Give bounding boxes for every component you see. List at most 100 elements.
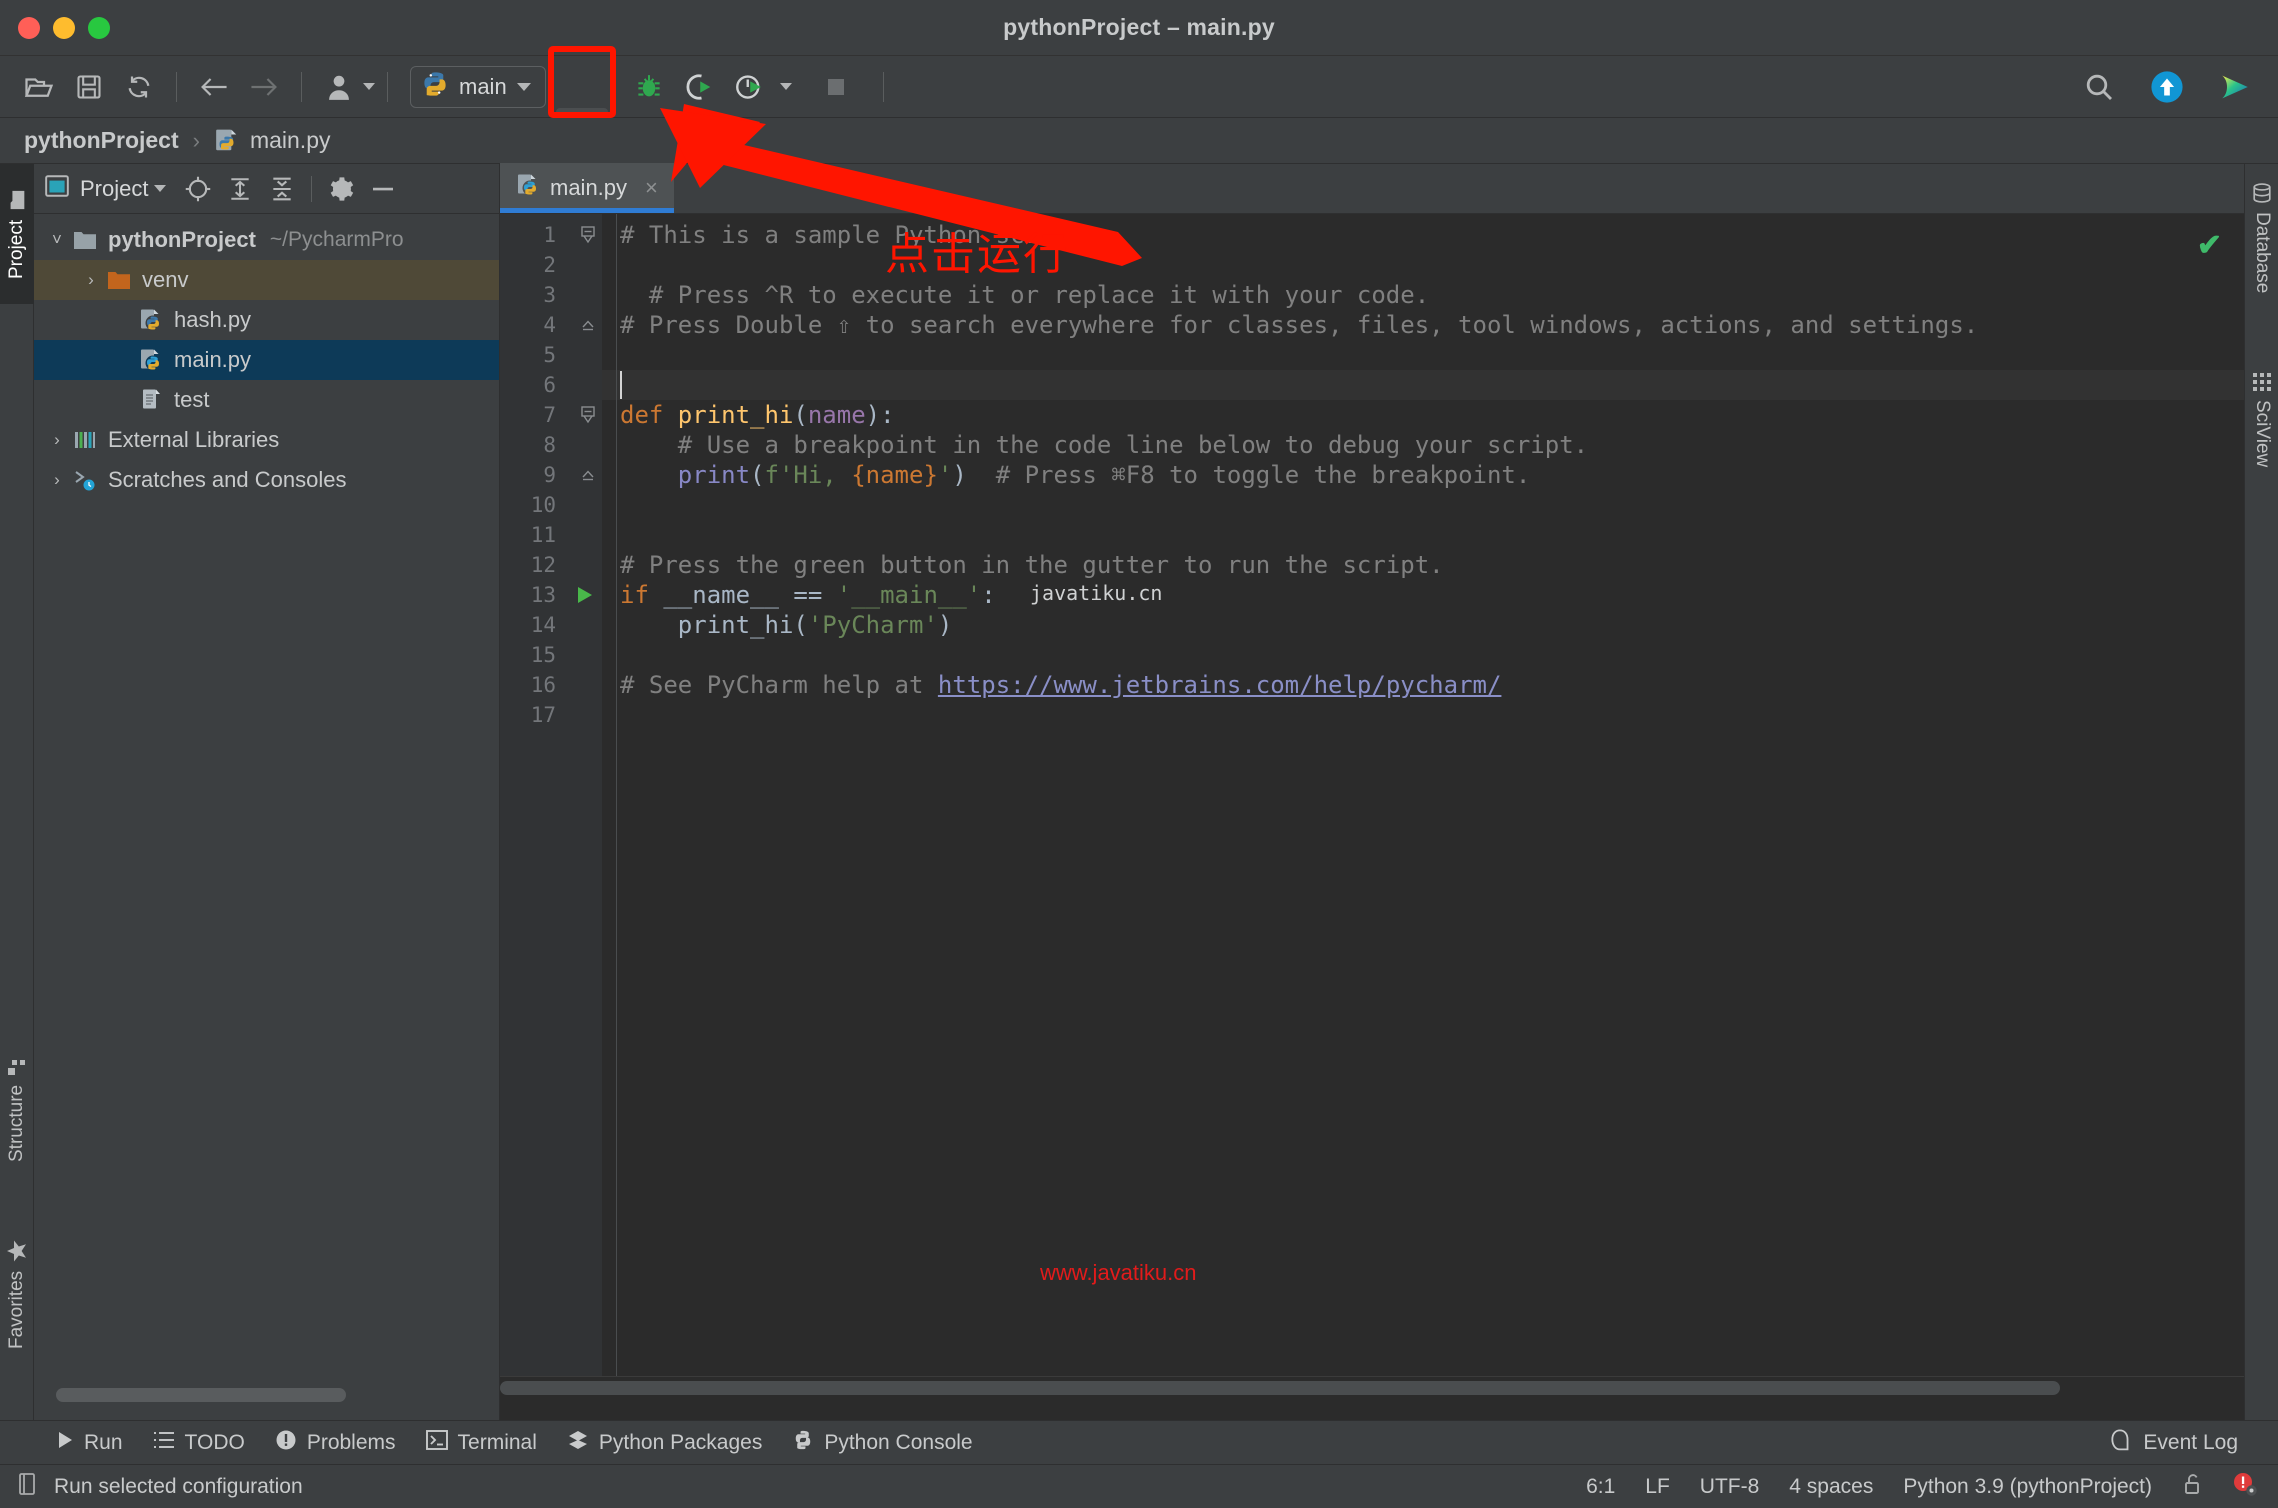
tree-item-venv[interactable]: › venv [34,260,499,300]
open-folder-icon[interactable] [17,65,61,109]
minimize-icon[interactable] [365,171,401,207]
chevron-right-icon[interactable]: › [44,470,70,490]
sidebar-item-database[interactable]: Database [2245,174,2278,344]
breadcrumb-file[interactable]: main.py [250,127,331,154]
line-number: 2 [543,253,556,277]
title-bar: pythonProject – main.py [0,0,2278,56]
sidebar-item-favorites[interactable]: Favorites [0,1204,34,1384]
fold-marker-icon[interactable] [578,220,598,250]
bottom-label-problems: Problems [306,1430,396,1454]
debug-button[interactable] [627,65,671,109]
bottom-item-run[interactable]: Run [56,1430,123,1456]
chevron-down-icon[interactable]: ˅ [44,230,70,250]
user-icon[interactable] [317,65,361,109]
tab-main-py[interactable]: main.py × [500,163,674,213]
run-with-coverage-button[interactable] [677,65,721,109]
save-icon[interactable] [67,65,111,109]
fold-marker-icon[interactable] [578,400,598,430]
line-number: 15 [530,643,556,667]
forward-arrow-icon[interactable] [242,65,286,109]
inspection-ok-icon[interactable]: ✔ [2197,228,2222,263]
back-arrow-icon[interactable] [192,65,236,109]
editor-horizontal-scrollbar[interactable] [500,1376,2244,1398]
line-number: 13 [530,583,556,607]
editor-tab-bar: main.py × [500,163,2244,214]
bottom-label-todo: TODO [184,1430,245,1454]
tree-label-main-py: main.py [174,347,252,372]
indent-guide [616,214,617,1398]
unlocked-icon[interactable] [2182,1472,2202,1502]
python-file-icon [516,173,540,203]
tree-item-external-libraries[interactable]: › External Libraries [34,420,499,460]
scrollbar-thumb[interactable] [500,1381,2060,1395]
scratches-icon [70,468,100,492]
tree-item-main-py[interactable]: › main.py [34,340,499,380]
profile-button[interactable] [727,65,771,109]
gear-icon[interactable] [323,171,359,207]
file-encoding[interactable]: UTF-8 [1700,1475,1760,1499]
pycharm-window: pythonProject – main.py main pythonProje… [0,0,2278,1508]
bottom-item-python-packages[interactable]: Python Packages [567,1429,762,1457]
watermark: www.javatiku.cn [1040,1260,1197,1285]
sidebar-item-project[interactable]: Project [0,164,34,304]
search-icon[interactable] [2077,65,2121,109]
code-editor[interactable]: 1 2 3 4 5 6 7 8 9 10 11 12 13 14 15 16 1… [500,214,2244,1398]
expand-all-icon[interactable] [222,171,258,207]
tree-item-scratches-and-consoles[interactable]: › Scratches and Consoles [34,460,499,500]
chevron-right-icon[interactable]: › [78,270,104,290]
error-notification-icon[interactable] [2232,1471,2258,1503]
profile-dropdown-caret-icon[interactable] [780,83,792,90]
code-text[interactable]: # This is a sample Python script. # Pres… [620,214,2244,1398]
python-file-icon [421,70,449,103]
sidebar-item-structure[interactable]: Structure [0,1024,34,1194]
line-separator[interactable]: LF [1645,1475,1670,1499]
bottom-tool-window-bar: Run TODO Problems Terminal Python Packag… [0,1420,2278,1464]
problems-icon [275,1429,297,1457]
collapse-all-icon[interactable] [264,171,300,207]
tree-item-test[interactable]: › test [34,380,499,420]
gutter-run-icon[interactable] [572,580,596,610]
tree-label-external-libraries: External Libraries [108,427,280,452]
tree-item-pythonproject[interactable]: ˅ pythonProject ~/PycharmPro [34,220,499,260]
line-number: 1 [543,223,556,247]
project-panel-divider [311,175,313,202]
project-panel-header: Project [34,164,499,214]
bottom-item-python-console[interactable]: Python Console [792,1429,973,1457]
status-message: Run selected configuration [54,1474,303,1498]
close-icon[interactable]: × [645,175,658,201]
structure-icon [7,1055,27,1077]
breadcrumb-project[interactable]: pythonProject [24,127,179,154]
event-log-button[interactable]: Event Log [2109,1428,2238,1458]
project-panel-dropdown-caret-icon[interactable] [154,185,167,192]
libraries-icon [70,429,100,451]
project-tool-window: Project ˅ pythonProject ~/PycharmPro › v… [34,164,500,1420]
fold-marker-icon[interactable] [578,460,598,490]
update-project-icon[interactable] [2145,65,2189,109]
line-number: 3 [543,283,556,307]
chevron-right-icon[interactable]: › [44,430,70,450]
bottom-item-terminal[interactable]: Terminal [425,1429,537,1456]
text-file-icon [136,388,166,412]
indent-setting[interactable]: 4 spaces [1789,1475,1873,1499]
caret-position[interactable]: 6:1 [1586,1475,1615,1499]
editor-gutter[interactable]: 1 2 3 4 5 6 7 8 9 10 11 12 13 14 15 16 1… [500,214,602,1398]
star-icon [5,1239,29,1263]
code-line-12: # Press the green button in the gutter t… [620,551,1444,579]
breadcrumb-separator-icon: › [192,127,200,153]
bottom-item-problems[interactable]: Problems [275,1429,396,1457]
bottom-item-todo[interactable]: TODO [153,1430,245,1456]
fold-marker-icon[interactable] [578,310,598,340]
sidebar-item-sciview[interactable]: SciView [2245,364,2278,524]
jetbrains-toolbox-icon[interactable] [2213,65,2257,109]
chevron-down-icon[interactable] [516,82,531,91]
sync-icon[interactable] [117,65,161,109]
tree-item-hash-py[interactable]: › hash.py [34,300,499,340]
line-number: 5 [543,343,556,367]
run-configuration-selector[interactable]: main [410,65,546,108]
project-panel-horizontal-scrollbar[interactable] [56,1388,346,1402]
tree-path-pythonproject: ~/PycharmPro [269,228,404,251]
vcs-dropdown-caret-icon[interactable] [363,83,375,90]
grid-icon [2251,372,2273,392]
locate-icon[interactable] [180,171,216,207]
python-interpreter[interactable]: Python 3.9 (pythonProject) [1903,1475,2152,1499]
